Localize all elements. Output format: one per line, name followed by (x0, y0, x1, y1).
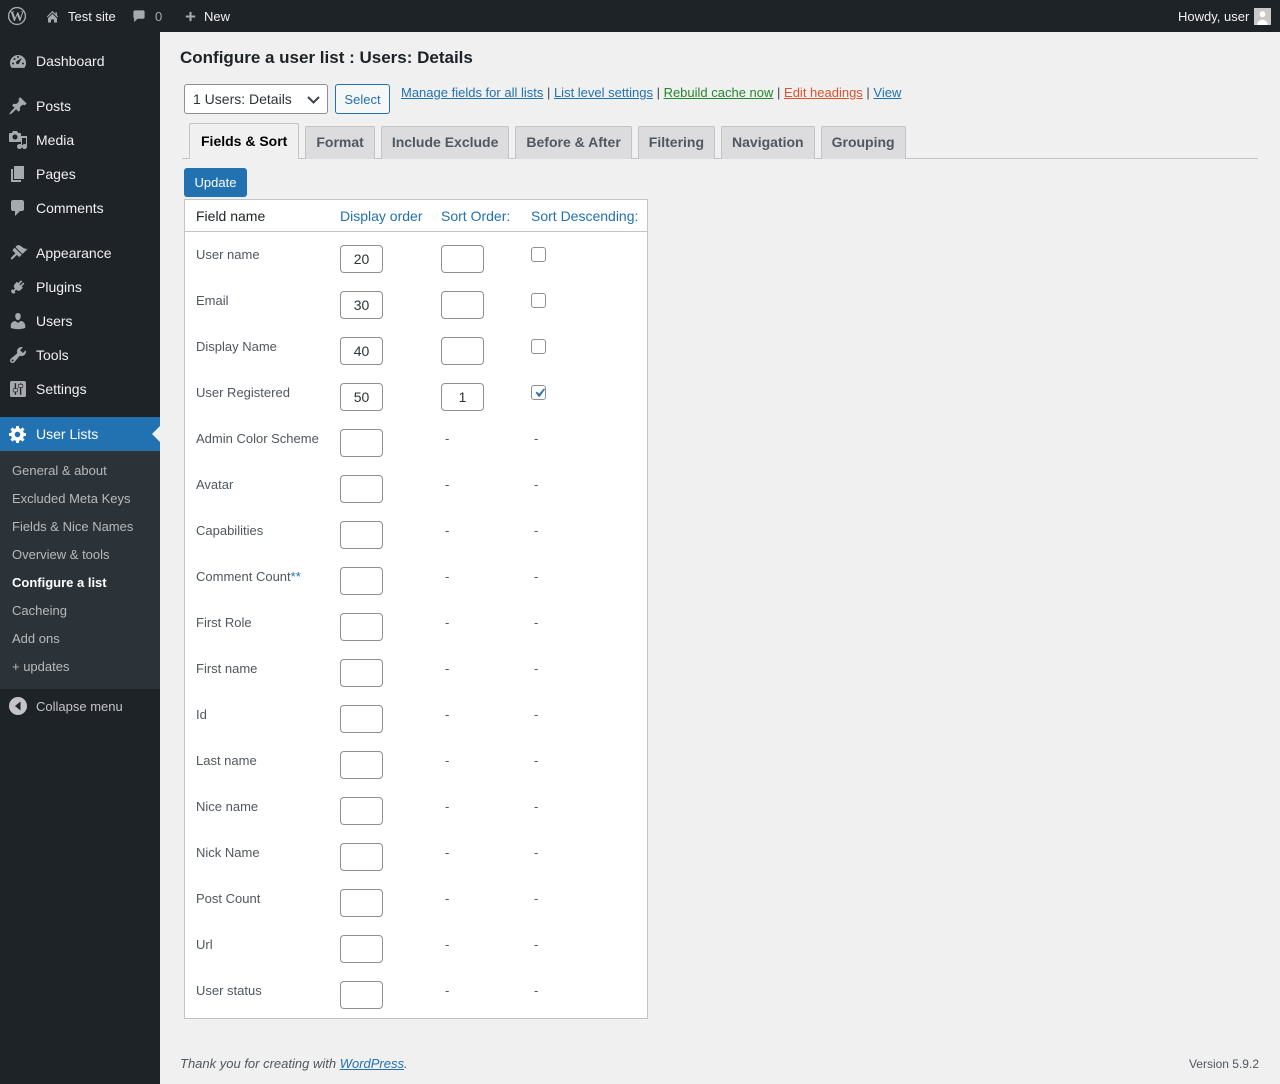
svg-text:W: W (10, 9, 25, 25)
